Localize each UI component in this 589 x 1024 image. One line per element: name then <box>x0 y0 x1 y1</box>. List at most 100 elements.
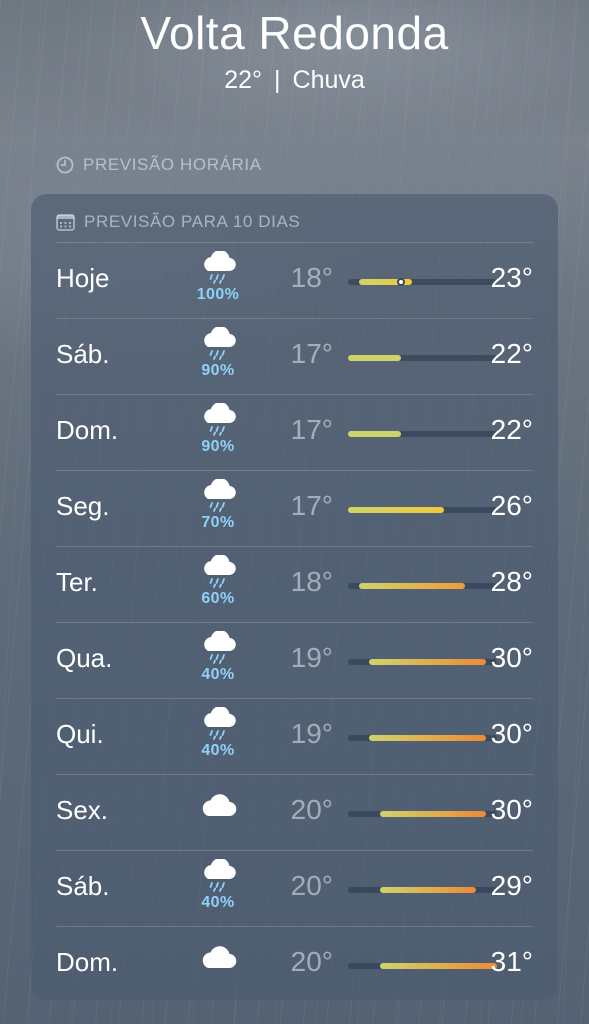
precipitation-chance: 60% <box>201 590 235 607</box>
current-condition: Chuva <box>292 66 365 94</box>
temperature-range-bar <box>348 355 497 361</box>
ten-day-forecast-title: PREVISÃO PARA 10 DIAS <box>56 212 300 232</box>
temperature-range-fill <box>369 659 487 665</box>
temperature-range-fill <box>348 507 444 513</box>
temperature-range-bar <box>348 507 497 513</box>
forecast-row[interactable]: Qui. 40% 19° 30° <box>56 698 533 774</box>
rain-cloud-icon <box>193 859 243 893</box>
rain-cloud-icon <box>193 479 243 513</box>
day-label: Hoje <box>56 263 110 293</box>
temperature-range-bar <box>348 278 497 286</box>
day-label: Ter. <box>56 567 98 597</box>
low-temperature: 20° <box>290 870 333 901</box>
separator: | <box>274 66 281 94</box>
forecast-row[interactable]: Seg. 70% 17° 26° <box>56 470 533 546</box>
day-label: Seg. <box>56 491 110 521</box>
ten-day-forecast-label: PREVISÃO PARA 10 DIAS <box>84 212 301 231</box>
low-temperature: 18° <box>290 566 333 597</box>
temperature-range-bar <box>348 887 497 893</box>
high-temperature: 29° <box>490 870 533 901</box>
current-temperature: 22° <box>224 66 263 94</box>
location-header: Volta Redonda 22° | Chuva <box>0 0 589 96</box>
day-label: Qui. <box>56 719 104 749</box>
temperature-range-fill <box>369 735 487 741</box>
city-name: Volta Redonda <box>140 7 449 59</box>
low-temperature: 20° <box>290 946 333 977</box>
high-temperature: 22° <box>490 414 533 445</box>
calendar-icon <box>56 213 75 231</box>
rain-cloud-icon <box>193 327 243 361</box>
weather-condition: 40% <box>193 859 243 912</box>
low-temperature: 17° <box>290 490 333 521</box>
forecast-row[interactable]: Sáb. 90% 17° 22° <box>56 318 533 394</box>
ten-day-forecast-card[interactable]: PREVISÃO PARA 10 DIAS Hoje 100% 18° 23° Sáb.… <box>31 194 558 1000</box>
day-label: Sáb. <box>56 871 110 901</box>
temperature-range-fill <box>348 355 402 361</box>
high-temperature: 28° <box>490 566 533 597</box>
precipitation-chance: 40% <box>201 742 235 759</box>
high-temperature: 30° <box>490 642 533 673</box>
high-temperature: 23° <box>490 262 533 293</box>
current-conditions: 22° | Chuva <box>0 64 589 96</box>
high-temperature: 26° <box>490 490 533 521</box>
low-temperature: 18° <box>290 262 333 293</box>
hourly-forecast-label: PREVISÃO HORÁRIA <box>83 155 262 174</box>
temperature-range-fill <box>379 887 476 893</box>
precipitation-chance: 40% <box>201 666 235 683</box>
cloud-icon <box>193 792 243 818</box>
temperature-range-bar <box>348 963 497 969</box>
precipitation-chance: 90% <box>201 438 235 455</box>
high-temperature: 22° <box>490 338 533 369</box>
high-temperature: 31° <box>490 946 533 977</box>
temperature-range-bar <box>348 431 497 437</box>
forecast-rows: Hoje 100% 18° 23° Sáb. 90% 17° 22° Dom. 90% 17° 22°… <box>31 242 558 1002</box>
rain-cloud-icon <box>193 707 243 741</box>
temperature-range-bar <box>348 583 497 589</box>
weather-condition: 90% <box>193 403 243 456</box>
weather-condition: 90% <box>193 327 243 380</box>
low-temperature: 17° <box>290 414 333 445</box>
weather-condition: 40% <box>193 707 243 760</box>
high-temperature: 30° <box>490 718 533 749</box>
rain-cloud-icon <box>193 251 243 285</box>
forecast-row[interactable]: Sex. 20° 30° <box>56 774 533 850</box>
day-label: Dom. <box>56 415 119 445</box>
weather-condition: 60% <box>193 555 243 608</box>
rain-cloud-icon <box>193 555 243 589</box>
rain-cloud-icon <box>193 631 243 665</box>
low-temperature: 19° <box>290 718 333 749</box>
forecast-row[interactable]: Hoje 100% 18° 23° <box>56 242 533 318</box>
precipitation-chance: 90% <box>201 362 235 379</box>
precipitation-chance: 40% <box>201 894 235 911</box>
low-temperature: 20° <box>290 794 333 825</box>
day-label: Sáb. <box>56 339 110 369</box>
forecast-row[interactable]: Ter. 60% 18° 28° <box>56 546 533 622</box>
weather-condition <box>193 944 243 970</box>
temperature-range-fill <box>379 811 487 817</box>
hourly-forecast-title: PREVISÃO HORÁRIA <box>56 155 262 175</box>
temperature-range-bar <box>348 811 497 817</box>
temperature-range-fill <box>358 583 466 589</box>
cloud-icon <box>193 944 243 970</box>
hourly-forecast-card[interactable]: PREVISÃO HORÁRIA <box>31 136 558 196</box>
day-label: Dom. <box>56 947 119 977</box>
weather-condition: 100% <box>193 251 243 304</box>
day-label: Qua. <box>56 643 113 673</box>
forecast-row[interactable]: Sáb. 40% 20° 29° <box>56 850 533 926</box>
temperature-range-fill <box>348 431 402 437</box>
weather-condition: 40% <box>193 631 243 684</box>
weather-condition: 70% <box>193 479 243 532</box>
day-label: Sex. <box>56 795 109 825</box>
high-temperature: 30° <box>490 794 533 825</box>
weather-condition <box>193 792 243 818</box>
temperature-range-fill <box>379 963 497 969</box>
forecast-row[interactable]: Qua. 40% 19° 30° <box>56 622 533 698</box>
temperature-range-bar <box>348 659 497 665</box>
precipitation-chance: 100% <box>196 286 240 303</box>
low-temperature: 17° <box>290 338 333 369</box>
rain-cloud-icon <box>193 403 243 437</box>
temperature-range-bar <box>348 735 497 741</box>
precipitation-chance: 70% <box>201 514 235 531</box>
forecast-row[interactable]: Dom. 90% 17° 22° <box>56 394 533 470</box>
forecast-row[interactable]: Dom. 20° 31° <box>56 926 533 1002</box>
